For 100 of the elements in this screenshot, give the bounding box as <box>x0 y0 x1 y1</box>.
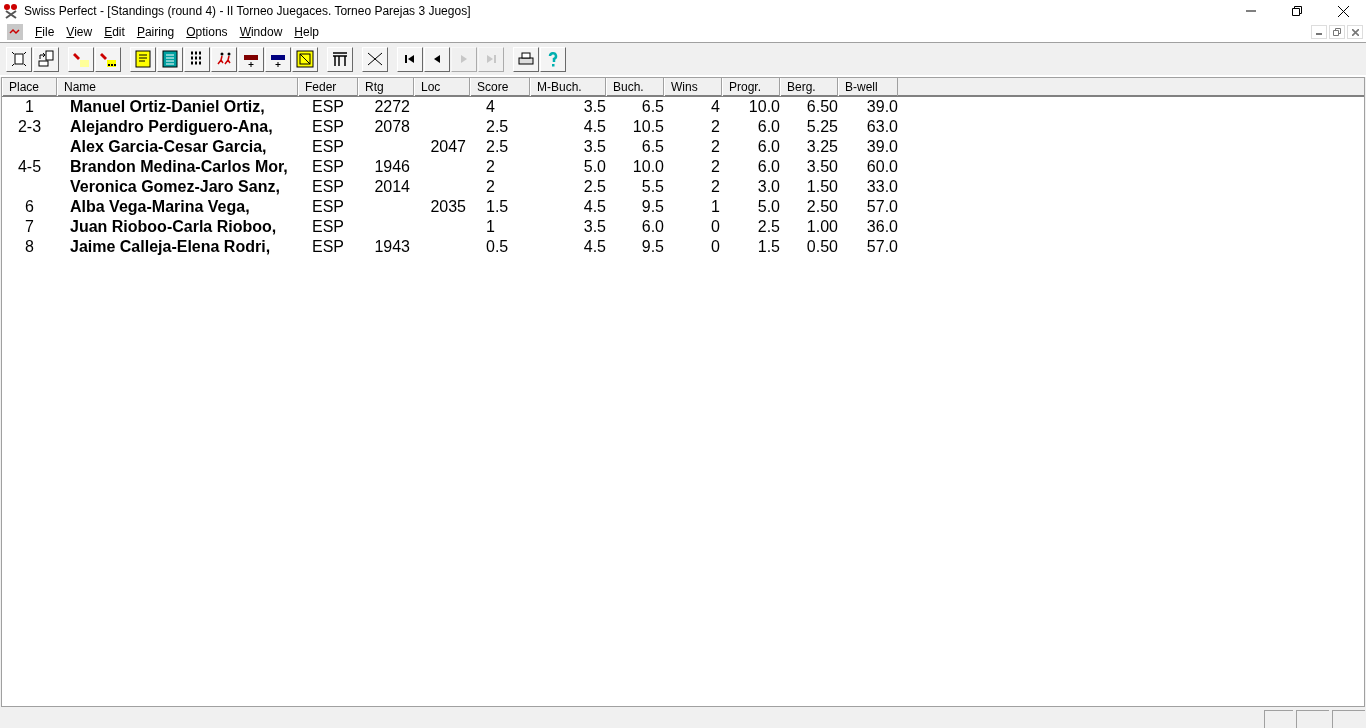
bakerwell-cell: 33.0 <box>866 178 898 195</box>
progressive-cell: 6.0 <box>757 158 780 175</box>
column-header[interactable]: Wins <box>664 78 722 96</box>
column-header[interactable]: Progr. <box>722 78 780 96</box>
wins-cell: 0 <box>711 238 720 255</box>
federation-cell: ESP <box>312 238 344 255</box>
buchholz-cell: 6.5 <box>641 98 664 115</box>
median-buchholz-cell: 5.0 <box>583 158 606 175</box>
score-cell: 4 <box>486 98 495 115</box>
status-pane <box>1332 710 1365 728</box>
median-buchholz-cell: 4.5 <box>583 238 606 255</box>
median-buchholz-cell: 4.5 <box>583 198 606 215</box>
name-cell: Jaime Calleja-Elena Rodri, <box>70 238 271 255</box>
toolbar-button[interactable] <box>238 46 264 72</box>
place-cell: 8 <box>25 238 34 255</box>
toolbar-button[interactable] <box>33 46 59 72</box>
federation-cell: ESP <box>312 158 344 175</box>
progressive-cell: 6.0 <box>757 118 780 135</box>
menu-item[interactable]: File <box>29 23 61 41</box>
rating-cell: 2078 <box>374 118 410 135</box>
column-header[interactable]: Rtg <box>358 78 414 96</box>
minimize-button[interactable] <box>1311 25 1327 39</box>
close-button[interactable] <box>1347 25 1363 39</box>
buchholz-cell: 9.5 <box>641 198 664 215</box>
wins-cell: 0 <box>711 218 720 235</box>
median-buchholz-cell: 3.5 <box>583 98 606 115</box>
toolbar-button[interactable] <box>424 46 450 72</box>
median-buchholz-cell: 3.5 <box>583 138 606 155</box>
buchholz-cell: 10.5 <box>632 118 664 135</box>
picture-icon <box>296 50 314 68</box>
place-cell: 1 <box>25 98 34 115</box>
bakerwell-cell: 57.0 <box>866 198 898 215</box>
berger-cell: 3.25 <box>806 138 838 155</box>
menu-item[interactable]: Pairing <box>130 23 181 41</box>
column-header[interactable]: M-Buch. <box>530 78 606 96</box>
menu-item[interactable]: Edit <box>98 23 131 41</box>
column-header[interactable]: Loc <box>414 78 470 96</box>
berger-cell: 1.00 <box>806 218 838 235</box>
close-icon <box>1351 28 1359 36</box>
table-sheet-icon <box>161 50 179 68</box>
restore-icon <box>1292 6 1302 16</box>
export-document-icon <box>37 50 55 68</box>
menu-item[interactable]: Help <box>288 23 325 41</box>
table-icon <box>331 50 349 68</box>
berger-cell: 5.25 <box>806 118 838 135</box>
rating-cell: 1943 <box>374 238 410 255</box>
flashlight-icon <box>99 50 117 68</box>
column-header[interactable]: Place <box>2 78 57 96</box>
toolbar-button[interactable] <box>513 46 539 72</box>
progressive-cell: 2.5 <box>757 218 780 235</box>
wins-cell: 4 <box>711 98 720 115</box>
column-header[interactable]: B-well <box>838 78 898 96</box>
median-buchholz-cell: 4.5 <box>583 118 606 135</box>
buchholz-cell: 6.5 <box>641 138 664 155</box>
name-cell: Brandon Medina-Carlos Mor, <box>70 158 288 175</box>
status-pane <box>1264 710 1293 728</box>
status-pane <box>1296 710 1329 728</box>
median-buchholz-cell: 3.5 <box>583 218 606 235</box>
name-cell: Alex Garcia-Cesar Garcia, <box>70 138 267 155</box>
toolbar-button[interactable] <box>157 46 183 72</box>
progressive-cell: 5.0 <box>757 198 780 215</box>
federation-cell: ESP <box>312 218 344 235</box>
toolbar-button[interactable] <box>265 46 291 72</box>
column-header[interactable]: Feder <box>298 78 358 96</box>
toolbar-button[interactable] <box>184 46 210 72</box>
progressive-cell: 6.0 <box>757 138 780 155</box>
wins-cell: 2 <box>711 158 720 175</box>
berger-cell: 1.50 <box>806 178 838 195</box>
name-cell: Alejandro Perdiguero-Ana, <box>70 118 273 135</box>
berger-cell: 6.50 <box>806 98 838 115</box>
menu-item[interactable]: View <box>60 23 99 41</box>
list-sheet-icon <box>134 50 152 68</box>
place-cell: 4-5 <box>17 158 42 175</box>
toolbar-button[interactable] <box>397 46 423 72</box>
toolbar-button[interactable] <box>292 46 318 72</box>
menu-item[interactable]: Window <box>233 23 289 41</box>
menu-item[interactable]: Options <box>180 23 234 41</box>
column-header[interactable]: Buch. <box>606 78 664 96</box>
federation-cell: ESP <box>312 118 344 135</box>
score-cell: 2 <box>486 158 495 175</box>
berger-cell: 3.50 <box>806 158 838 175</box>
score-cell: 0.5 <box>486 238 509 255</box>
column-header[interactable]: Berg. <box>780 78 838 96</box>
federation-cell: ESP <box>312 138 344 155</box>
minimize-icon <box>1316 33 1322 35</box>
name-cell: Alba Vega-Marina Vega, <box>70 198 250 215</box>
close-icon <box>1337 5 1349 17</box>
toolbar-button[interactable] <box>362 46 388 72</box>
document-icon <box>7 24 23 40</box>
progressive-cell: 10.0 <box>748 98 780 115</box>
column-header[interactable]: Name <box>57 78 298 96</box>
bakerwell-cell: 36.0 <box>866 218 898 235</box>
median-buchholz-cell: 2.5 <box>583 178 606 195</box>
crossed-lines-icon <box>366 50 384 68</box>
score-cell: 1 <box>486 218 495 235</box>
buchholz-cell: 9.5 <box>641 238 664 255</box>
column-header[interactable]: Score <box>470 78 530 96</box>
federation-cell: ESP <box>312 178 344 195</box>
toolbar-button[interactable] <box>327 46 353 72</box>
rating-cell: 1946 <box>374 158 410 175</box>
